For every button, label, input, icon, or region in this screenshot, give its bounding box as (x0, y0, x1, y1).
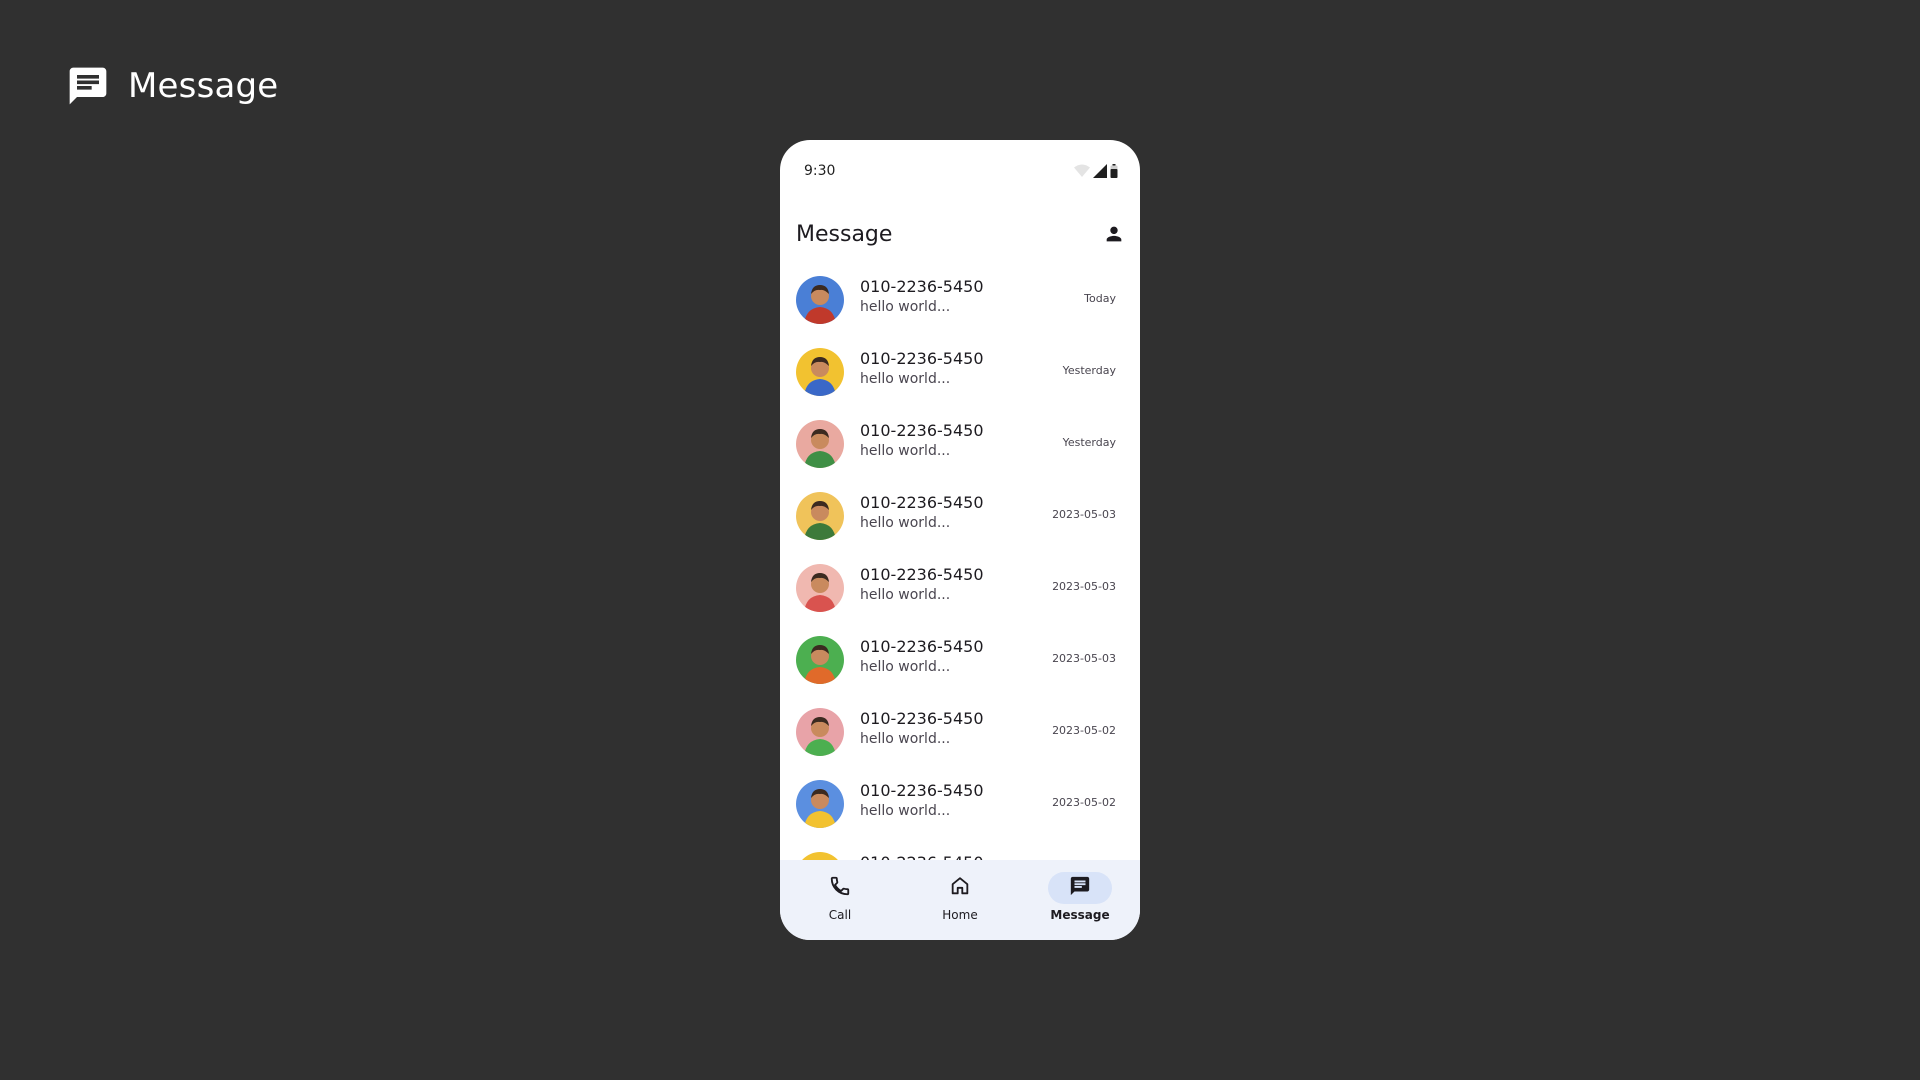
message-preview: hello world... (860, 443, 951, 459)
message-preview: hello world... (860, 515, 951, 531)
nav-pill-active (1048, 872, 1112, 904)
message-date: Yesterday (1062, 364, 1116, 377)
app-bar: Message (780, 204, 1140, 268)
contact-number: 010-2236-5450 (860, 637, 984, 656)
message-icon (1069, 875, 1091, 902)
message-date: 2023-05-03 (1052, 580, 1116, 593)
contact-number: 010-2236-5450 (860, 493, 984, 512)
phone-icon (829, 875, 851, 902)
home-icon (949, 875, 971, 902)
message-date: 2023-05-02 (1052, 724, 1116, 737)
nav-label-home: Home (942, 908, 978, 922)
avatar (796, 780, 844, 828)
battery-icon (1110, 164, 1118, 183)
signal-icon (1093, 164, 1107, 183)
list-item[interactable]: 010-2236-5450 hello world... Yesterday (780, 336, 1140, 408)
status-time: 9:30 (804, 163, 836, 179)
avatar (796, 420, 844, 468)
list-item[interactable]: 010-2236-5450 hello world... 2023-05-02 (780, 696, 1140, 768)
avatar (796, 564, 844, 612)
message-preview: hello world... (860, 299, 951, 315)
bottom-navigation: Call Home Message (780, 860, 1140, 940)
message-preview: hello world... (860, 587, 951, 603)
avatar (796, 276, 844, 324)
message-date: Today (1084, 292, 1116, 305)
message-preview: hello world... (860, 371, 951, 387)
avatar (796, 348, 844, 396)
list-item[interactable]: 010-2236-5450 hello world... 2023-05-03 (780, 552, 1140, 624)
contact-number: 010-2236-5450 (860, 421, 984, 440)
contact-number: 010-2236-5450 (860, 277, 984, 296)
avatar (796, 708, 844, 756)
nav-item-message[interactable]: Message (1020, 860, 1140, 940)
list-item[interactable]: 010-2236-5450 hello world... Today (780, 264, 1140, 336)
nav-label-message: Message (1050, 908, 1110, 922)
message-preview: hello world... (860, 803, 951, 819)
status-bar: 9:30 (780, 140, 1140, 204)
message-date: 2023-05-03 (1052, 508, 1116, 521)
account-button[interactable] (1100, 222, 1128, 250)
message-date: 2023-05-03 (1052, 652, 1116, 665)
avatar (796, 492, 844, 540)
nav-label-call: Call (828, 908, 852, 922)
phone-screen: 9:30 Message 010-2236-5450 hello world...… (780, 140, 1140, 940)
nav-item-home[interactable]: Home (900, 860, 1020, 940)
contact-number: 010-2236-5450 (860, 565, 984, 584)
message-preview: hello world... (860, 731, 951, 747)
message-list[interactable]: 010-2236-5450 hello world... Today 010-2236… (780, 264, 1140, 940)
message-preview: hello world... (860, 659, 951, 675)
message-date: 2023-05-02 (1052, 796, 1116, 809)
contact-number: 010-2236-5450 (860, 349, 984, 368)
wifi-icon (1074, 164, 1090, 183)
list-item[interactable]: 010-2236-5450 hello world... 2023-05-03 (780, 480, 1140, 552)
nav-item-call[interactable]: Call (780, 860, 900, 940)
nav-pill (928, 872, 992, 904)
avatar (796, 636, 844, 684)
nav-pill (808, 872, 872, 904)
status-icons (1074, 164, 1118, 183)
contact-number: 010-2236-5450 (860, 709, 984, 728)
message-date: Yesterday (1062, 436, 1116, 449)
account-icon (1103, 223, 1125, 250)
app-bar-title: Message (796, 222, 893, 247)
contact-number: 010-2236-5450 (860, 781, 984, 800)
message-icon (66, 64, 110, 108)
page-title: Message (128, 66, 279, 106)
page-header: Message (66, 64, 278, 108)
list-item[interactable]: 010-2236-5450 hello world... 2023-05-02 (780, 768, 1140, 840)
list-item[interactable]: 010-2236-5450 hello world... 2023-05-03 (780, 624, 1140, 696)
list-item[interactable]: 010-2236-5450 hello world... Yesterday (780, 408, 1140, 480)
